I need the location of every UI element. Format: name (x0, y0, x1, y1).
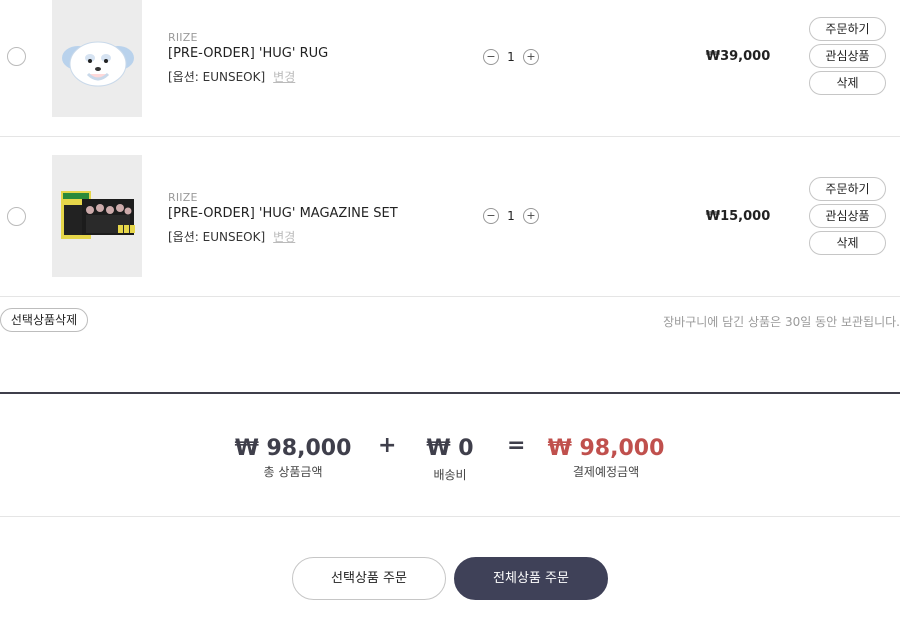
add-to-wishlist-button[interactable]: 관심상품 (809, 44, 886, 68)
option-text: [옵션: EUNSEOK] (168, 230, 266, 244)
item-select-radio[interactable] (7, 47, 26, 66)
add-to-wishlist-button[interactable]: 관심상품 (809, 204, 886, 228)
payment-amount: ₩ 98,000 (547, 436, 665, 461)
magazine-image (52, 155, 142, 277)
cart-item: RIIZE [PRE-ORDER] 'HUG' MAGAZINE SET [옵션… (0, 137, 900, 296)
list-bottom-divider (0, 296, 900, 297)
shipping-amount: ₩ 0 (426, 436, 474, 461)
quantity-value: 1 (507, 50, 515, 64)
equals-sign: = (507, 433, 526, 458)
order-all-button[interactable]: 전체상품 주문 (454, 557, 608, 600)
quantity-stepper: − 1 + (483, 208, 543, 224)
quantity-decrease-button[interactable]: − (483, 208, 499, 224)
item-price: ₩15,000 (705, 209, 771, 224)
cart-keep-notice: 장바구니에 담긴 상품은 30일 동안 보관됩니다. (663, 315, 900, 329)
summary-top-border (0, 392, 900, 394)
option-change-link[interactable]: 변경 (273, 230, 295, 244)
order-selected-button[interactable]: 선택상품 주문 (292, 557, 446, 600)
product-brand: RIIZE (168, 31, 198, 44)
shipping-label: 배송비 (433, 468, 467, 482)
quantity-value: 1 (507, 209, 515, 223)
product-name[interactable]: [PRE-ORDER] 'HUG' RUG (168, 46, 328, 61)
product-brand: RIIZE (168, 191, 198, 204)
item-select-radio[interactable] (7, 207, 26, 226)
order-item-button[interactable]: 주문하기 (809, 177, 886, 201)
option-change-link[interactable]: 변경 (273, 70, 295, 84)
delete-item-button[interactable]: 삭제 (809, 231, 886, 255)
delete-item-button[interactable]: 삭제 (809, 71, 886, 95)
product-name[interactable]: [PRE-ORDER] 'HUG' MAGAZINE SET (168, 206, 398, 221)
product-option: [옵션: EUNSEOK] 변경 (168, 68, 295, 85)
product-option: [옵션: EUNSEOK] 변경 (168, 228, 295, 245)
option-text: [옵션: EUNSEOK] (168, 70, 266, 84)
plus-sign: + (378, 433, 397, 458)
quantity-increase-button[interactable]: + (523, 49, 539, 65)
quantity-increase-button[interactable]: + (523, 208, 539, 224)
cart-item: RIIZE [PRE-ORDER] 'HUG' RUG [옵션: EUNSEOK… (0, 0, 900, 117)
product-thumbnail-magazine[interactable] (52, 155, 142, 277)
product-thumbnail-rug[interactable] (52, 0, 142, 117)
order-item-button[interactable]: 주문하기 (809, 17, 886, 41)
quantity-stepper: − 1 + (483, 49, 543, 65)
total-products-amount: ₩ 98,000 (234, 436, 352, 461)
delete-selected-button[interactable]: 선택상품삭제 (0, 308, 88, 332)
item-price: ₩39,000 (705, 49, 771, 64)
payment-label: 결제예정금액 (572, 465, 640, 479)
quantity-decrease-button[interactable]: − (483, 49, 499, 65)
rug-image (52, 0, 142, 117)
total-products-label: 총 상품금액 (263, 465, 323, 479)
summary-bottom-divider (0, 516, 900, 517)
